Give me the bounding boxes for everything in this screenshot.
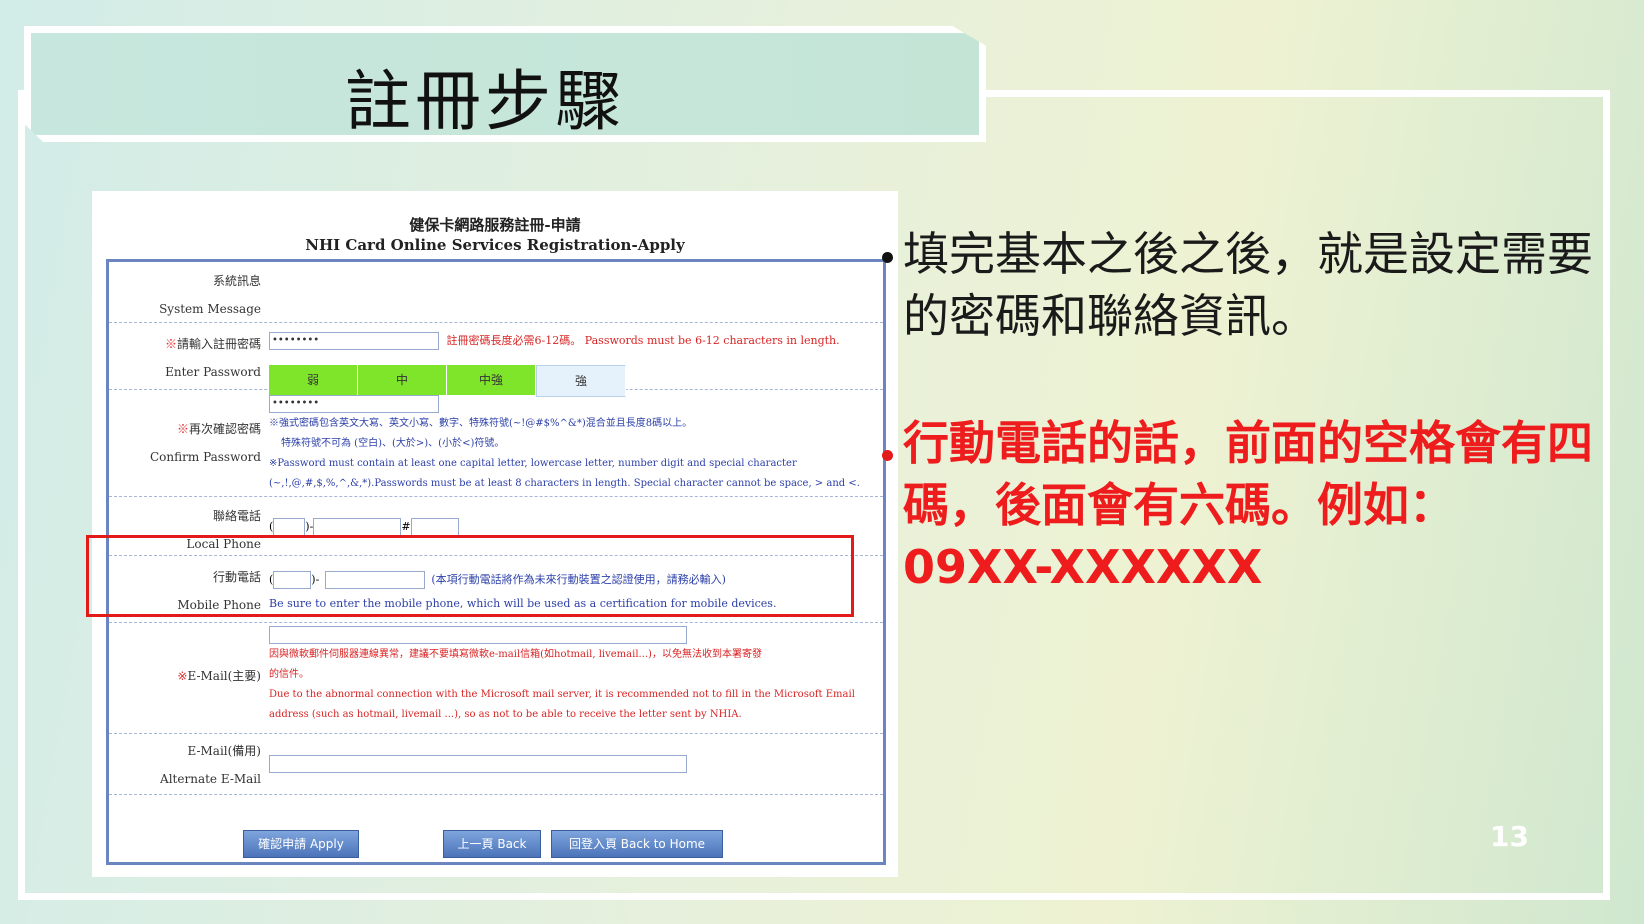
email-alt-label: E-Mail(備用) Alternate E-Mail (160, 744, 261, 786)
system-message-label: 系統訊息 System Message (159, 274, 261, 316)
mobile-phone-note-text: 行動電話的話，前面的空格會有四碼，後面會有六碼。例如：09XX-XXXXXX (903, 416, 1593, 594)
apply-button[interactable]: 確認申請 Apply (243, 830, 359, 858)
confirm-password-label: ※再次確認密碼 Confirm Password (150, 422, 261, 464)
local-phone-area-input[interactable] (273, 518, 306, 536)
row-email-primary: ※E-Mail(主要) 因與微軟郵件伺服器連線異常，建議不要填寫微軟e-mail… (109, 623, 883, 734)
mobile-phone-highlight-box (86, 535, 854, 617)
form-title-zh: 健保卡網路服務註冊-申請 (409, 216, 581, 234)
password-input[interactable]: •••••••• (269, 332, 439, 350)
row-confirm-password: ※再次確認密碼 Confirm Password •••••••• ※強式密碼包… (109, 390, 883, 497)
local-phone-ext-input[interactable] (410, 518, 459, 536)
email-primary-label: ※E-Mail(主要) (177, 669, 261, 683)
form-title: 健保卡網路服務註冊-申請 NHI Card Online Services Re… (92, 215, 898, 255)
password-rule-en-1: ※Password must contain at least one capi… (269, 458, 797, 469)
bullet-black-icon (882, 252, 893, 263)
email-note-zh-2: 的信件。 (269, 669, 309, 680)
email-primary-input[interactable] (269, 625, 687, 644)
password-length-hint: 註冊密碼長度必需6-12碼。 Passwords must be 6-12 ch… (446, 334, 840, 347)
row-system-message: 系統訊息 System Message (109, 262, 883, 323)
password-rule-zh-2: 特殊符號不可為 (空白)、(大於>)、(小於<)符號。 (281, 438, 505, 449)
enter-password-label: ※請輸入註冊密碼 Enter Password (164, 337, 261, 379)
form-buttons: 確認申請 Apply 上一頁 Back 回登入頁 Back to Home (109, 830, 883, 862)
form-title-en: NHI Card Online Services Registration-Ap… (305, 236, 685, 254)
back-to-home-button[interactable]: 回登入頁 Back to Home (551, 830, 723, 858)
password-rule-zh-1: ※強式密碼包含英文大寫、英文小寫、數字、特殊符號(~!@#$%^&*)混合並且長… (269, 418, 693, 429)
password-rule-en-2: (~,!,@,#,$,%,^,&,*).Passwords must be at… (269, 478, 860, 489)
back-button[interactable]: 上一頁 Back (443, 830, 541, 858)
registration-form-screenshot: 健保卡網路服務註冊-申請 NHI Card Online Services Re… (92, 191, 898, 877)
bullet-red-icon (882, 450, 893, 461)
local-phone-number-input[interactable] (313, 518, 402, 536)
email-note-en-2: address (such as hotmail, livemail ...),… (269, 709, 742, 720)
instruction-text: 填完基本之後之後，就是設定需要的密碼和聯絡資訊。 (903, 227, 1593, 343)
email-note-en-1: Due to the abnormal connection with the … (269, 689, 855, 700)
email-note-zh-1: 因與微軟郵件伺服器連線異常，建議不要填寫微軟e-mail信箱(如hotmail,… (269, 649, 762, 660)
row-enter-password: ※請輸入註冊密碼 Enter Password •••••••• 註冊密碼長度必… (109, 323, 883, 397)
page-number: 13 (1490, 820, 1529, 853)
row-email-alt: E-Mail(備用) Alternate E-Mail (109, 734, 883, 795)
email-alt-input[interactable] (269, 755, 687, 773)
confirm-password-input[interactable]: •••••••• (269, 394, 439, 413)
slide-title: 註冊步驟 (345, 63, 625, 140)
